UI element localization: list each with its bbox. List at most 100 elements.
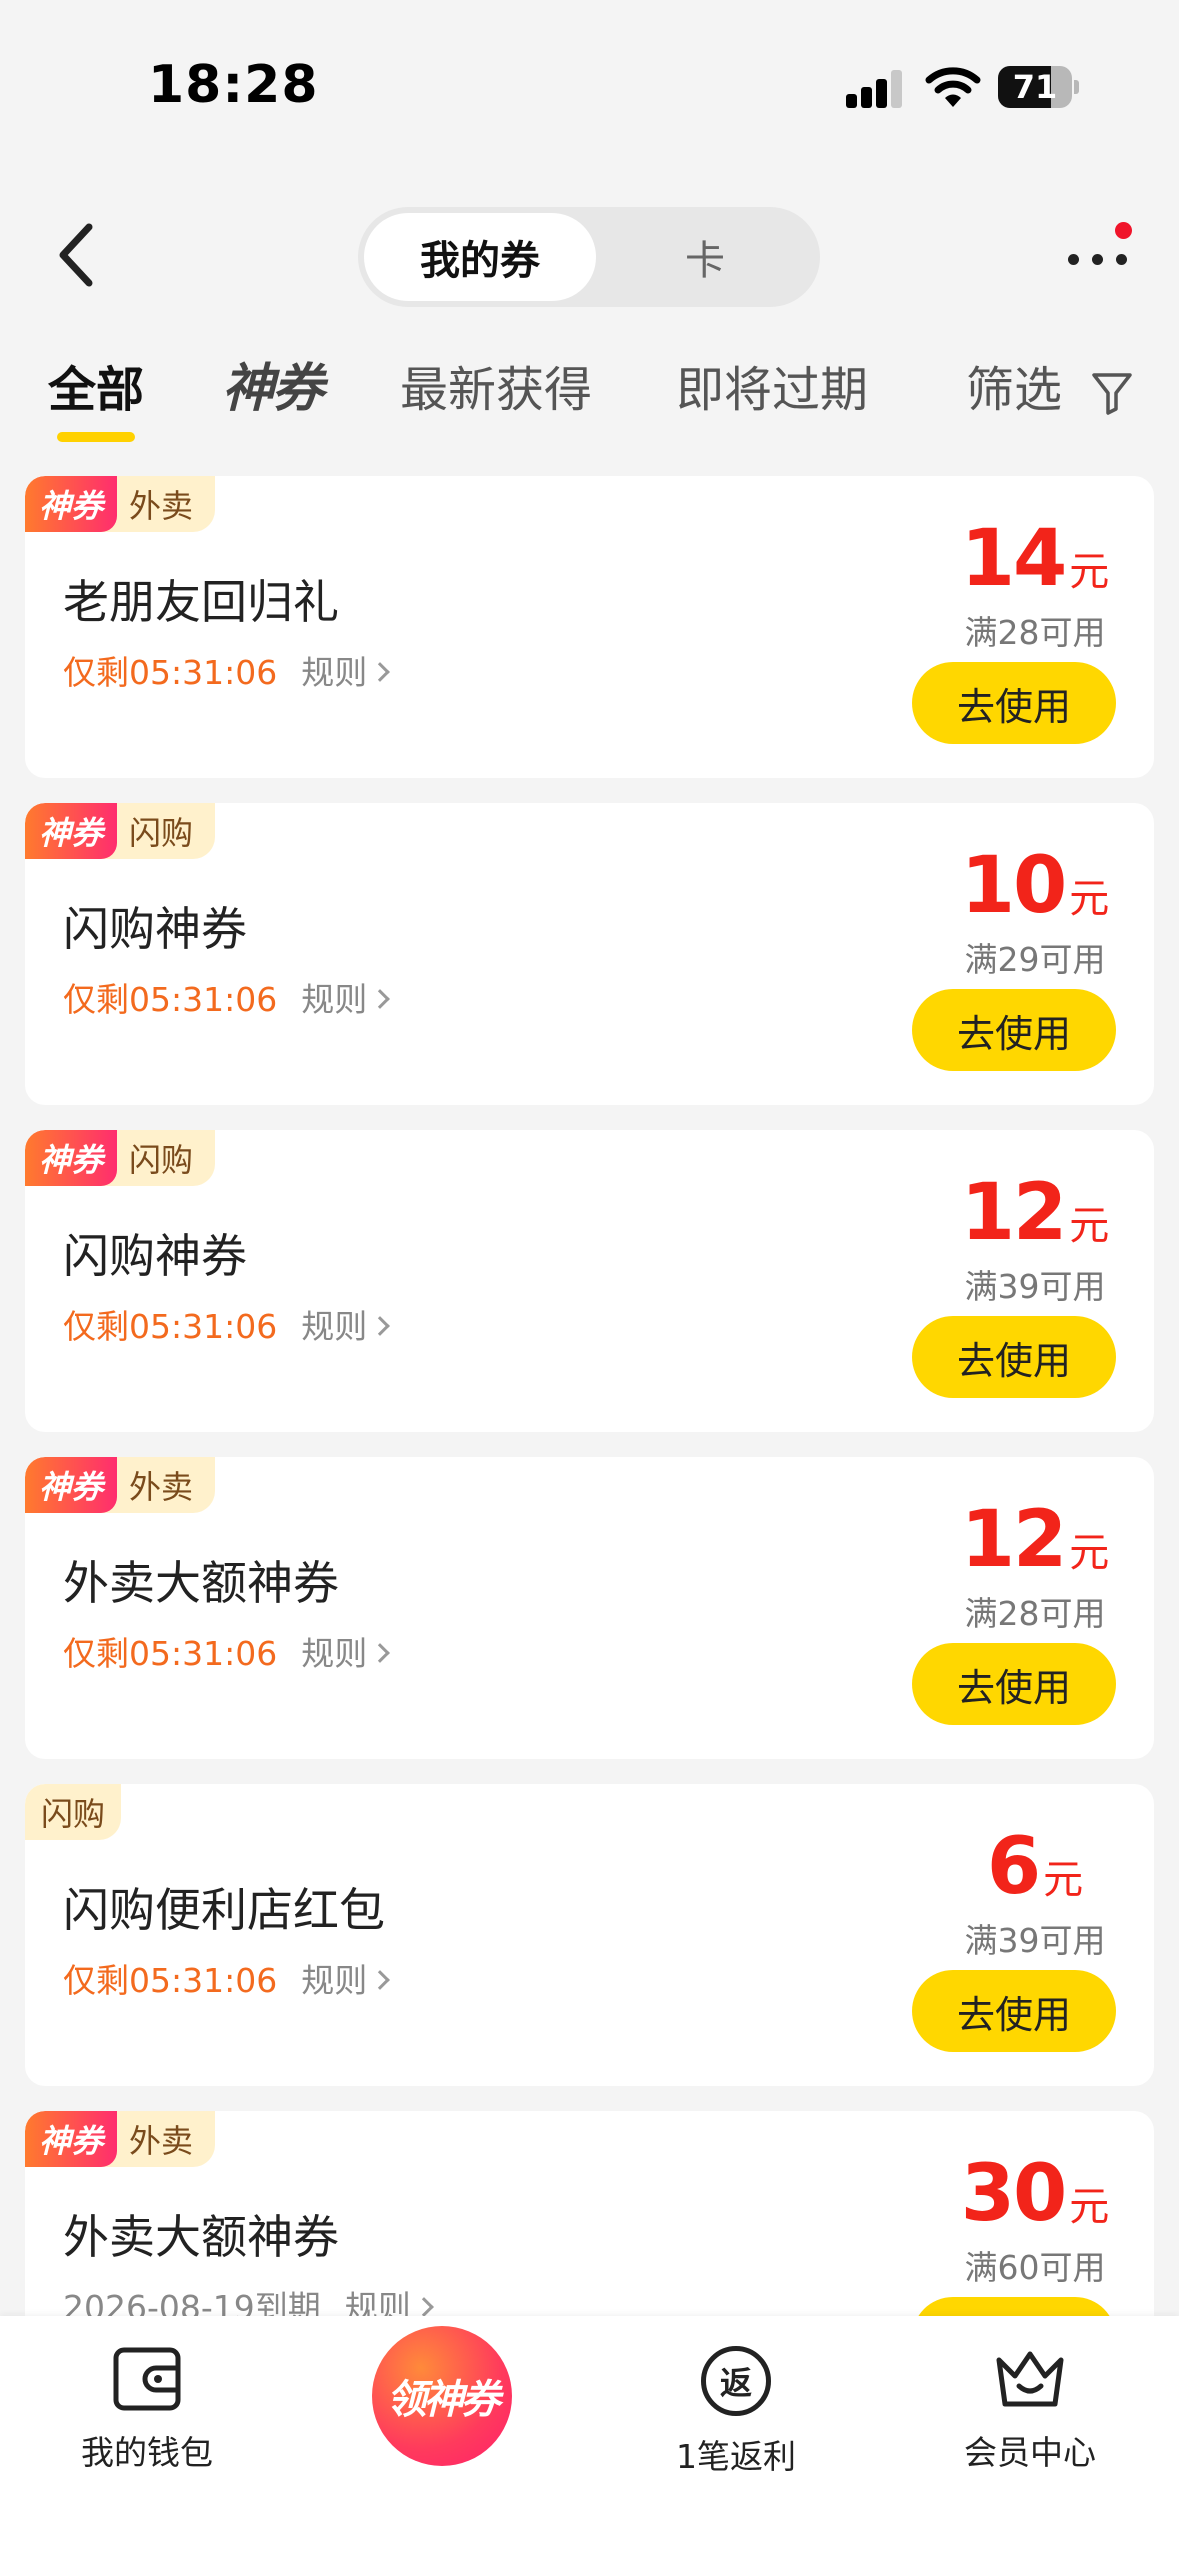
coupon-title: 外卖大额神券 — [63, 2210, 339, 2264]
crown-icon — [996, 2351, 1064, 2407]
use-button[interactable]: 去使用 — [912, 1970, 1116, 2052]
countdown: 仅剩05:31:06 — [63, 980, 278, 1019]
coupon-card[interactable]: 神券 闪购 闪购神券 仅剩05:31:06 规则 12 元 满39可用 去使用 — [25, 1130, 1154, 1432]
coupon-meta: 仅剩05:31:06 规则 — [63, 1300, 391, 1348]
tab-my-coupons[interactable]: 我的券 — [364, 213, 596, 301]
signal-icon — [846, 70, 904, 108]
coupon-amount: 14 元 — [885, 514, 1154, 604]
segment-control: 我的券 卡 — [358, 207, 820, 307]
bottom-nav: 我的钱包 领神券 返 1笔返利 会员中心 — [0, 2316, 1179, 2556]
countdown: 仅剩05:31:06 — [63, 653, 278, 692]
use-button[interactable]: 去使用 — [912, 1316, 1116, 1398]
coupon-title: 闪购神券 — [63, 902, 247, 956]
coupon-amount: 30 元 — [885, 2149, 1154, 2239]
rule-label: 规则 — [301, 653, 368, 692]
rule-link[interactable]: 规则 — [301, 653, 391, 692]
amount-unit: 元 — [1069, 1203, 1110, 1249]
coupon-amount: 6元 — [885, 1822, 1154, 1912]
rule-link[interactable]: 规则 — [301, 1961, 391, 2000]
rule-link[interactable]: 规则 — [301, 980, 391, 1019]
countdown: 仅剩05:31:06 — [63, 1961, 278, 2000]
amount-unit: 元 — [1069, 2184, 1110, 2230]
coupon-title: 外卖大额神券 — [63, 1556, 339, 1610]
amount-value: 14 — [960, 514, 1068, 604]
coupon-card[interactable]: 闪购 闪购便利店红包 仅剩05:31:06 规则 6元 满39可用 去使用 — [25, 1784, 1154, 2086]
tab-shen-coupon[interactable]: 神券 — [222, 346, 324, 421]
filter-icon — [1092, 373, 1133, 415]
category-tag: 闪购 — [25, 1784, 122, 1840]
shen-tag: 神券 — [25, 803, 118, 859]
status-time: 18:28 — [148, 55, 319, 115]
coupon-card[interactable]: 神券 外卖 外卖大额神券 仅剩05:31:06 规则 12 元 满28可用 去使用 — [25, 1457, 1154, 1759]
wallet-icon — [113, 2347, 181, 2411]
chevron-right-icon — [370, 1642, 391, 1663]
battery-icon: 71 — [998, 66, 1079, 108]
nav-wallet[interactable]: 我的钱包 — [47, 2346, 247, 2474]
countdown: 仅剩05:31:06 — [63, 1634, 278, 1673]
tab-all[interactable]: 全部 — [48, 350, 144, 420]
usage-condition: 满39可用 — [964, 1267, 1106, 1306]
coupon-title: 闪购神券 — [63, 1229, 247, 1283]
rule-label: 规则 — [301, 1961, 368, 2000]
nav-member[interactable]: 会员中心 — [930, 2346, 1130, 2474]
notification-dot — [1115, 222, 1132, 239]
chevron-right-icon — [370, 1315, 391, 1336]
rule-label: 规则 — [301, 1634, 368, 1673]
coupon-tags: 神券 闪购 — [25, 1130, 216, 1186]
amount-unit: 元 — [1069, 876, 1110, 922]
rule-label: 规则 — [301, 980, 368, 1019]
filter-label: 筛选 — [966, 362, 1063, 418]
coupon-tags: 神券 外卖 — [25, 2111, 216, 2167]
amount-value: 12 — [960, 1495, 1068, 1585]
chevron-right-icon — [370, 661, 391, 682]
coupon-meta: 仅剩05:31:06 规则 — [63, 1627, 391, 1675]
amount-value: 6 — [986, 1822, 1041, 1912]
coupon-meta: 仅剩05:31:06 规则 — [63, 973, 391, 1021]
shen-tag: 神券 — [25, 1457, 118, 1513]
use-button[interactable]: 去使用 — [912, 989, 1116, 1071]
amount-value: 10 — [960, 841, 1068, 931]
rebate-icon: 返 — [701, 2346, 771, 2416]
coupon-amount: 12 元 — [885, 1495, 1154, 1585]
amount-unit: 元 — [1069, 1530, 1110, 1576]
amount-unit: 元 — [1043, 1857, 1084, 1903]
coupon-card[interactable]: 神券 闪购 闪购神券 仅剩05:31:06 规则 10 元 满29可用 去使用 — [25, 803, 1154, 1105]
usage-condition: 满39可用 — [964, 1921, 1106, 1960]
filter-tabs: 全部 神券 最新获得 即将过期 筛选 — [0, 350, 1179, 460]
shen-tag: 神券 — [25, 1130, 118, 1186]
coupon-card[interactable]: 神券 外卖 老朋友回归礼 仅剩05:31:06 规则 14 元 满28可用 去使用 — [25, 476, 1154, 778]
back-button[interactable] — [40, 215, 110, 295]
nav-member-label: 会员中心 — [964, 2433, 1096, 2472]
chevron-left-icon — [59, 223, 93, 287]
get-coupon-button[interactable]: 领神券 — [372, 2326, 512, 2466]
nav-rebate-label: 1笔返利 — [676, 2437, 796, 2476]
tab-cards[interactable]: 卡 — [596, 213, 814, 301]
coupon-tags: 闪购 — [25, 1784, 122, 1840]
coupon-amount: 10 元 — [885, 841, 1154, 931]
usage-condition: 满28可用 — [964, 613, 1106, 652]
more-button[interactable] — [1060, 222, 1140, 290]
coupon-title: 闪购便利店红包 — [63, 1883, 385, 1937]
coupon-meta: 仅剩05:31:06 规则 — [63, 1954, 391, 2002]
coupon-list: 神券 外卖 老朋友回归礼 仅剩05:31:06 规则 14 元 满28可用 去使用 … — [25, 476, 1154, 2438]
shen-tag: 神券 — [25, 2111, 118, 2167]
coupon-amount: 12 元 — [885, 1168, 1154, 1258]
amount-value: 12 — [960, 1168, 1068, 1258]
chevron-right-icon — [413, 2296, 434, 2317]
countdown: 仅剩05:31:06 — [63, 1307, 278, 1346]
coupon-tags: 神券 外卖 — [25, 1457, 216, 1513]
tab-newest[interactable]: 最新获得 — [400, 350, 592, 420]
amount-unit: 元 — [1069, 549, 1110, 595]
nav-rebate[interactable]: 返 1笔返利 — [636, 2346, 836, 2478]
nav-wallet-label: 我的钱包 — [81, 2433, 213, 2472]
usage-condition: 满28可用 — [964, 1594, 1106, 1633]
use-button[interactable]: 去使用 — [912, 1643, 1116, 1725]
usage-condition: 满29可用 — [964, 940, 1106, 979]
tab-filter[interactable]: 筛选 — [966, 350, 1133, 420]
rule-link[interactable]: 规则 — [301, 1634, 391, 1673]
coupon-tags: 神券 外卖 — [25, 476, 216, 532]
rule-label: 规则 — [301, 1307, 368, 1346]
tab-expiring[interactable]: 即将过期 — [676, 350, 868, 420]
use-button[interactable]: 去使用 — [912, 662, 1116, 744]
rule-link[interactable]: 规则 — [301, 1307, 391, 1346]
